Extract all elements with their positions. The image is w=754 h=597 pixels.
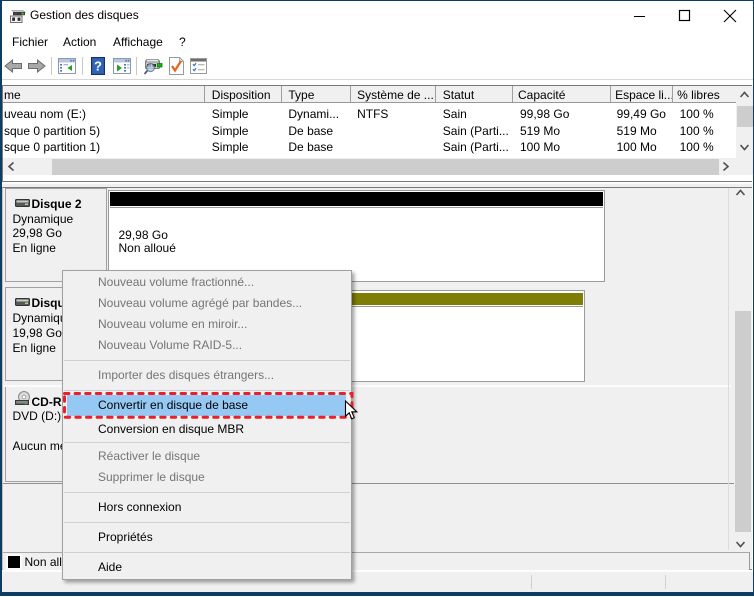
svg-text:?: ?	[94, 59, 102, 74]
